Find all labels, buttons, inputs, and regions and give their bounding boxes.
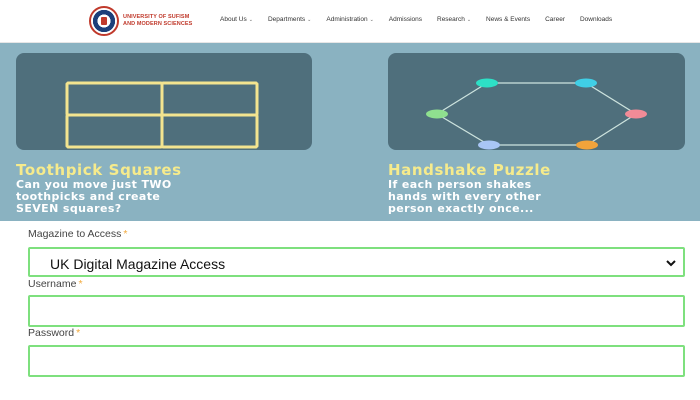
nav-item-label: Career xyxy=(545,16,565,23)
nav-item-about-us[interactable]: About Us ⌄ xyxy=(220,16,253,23)
magazine-label: Magazine to Access * xyxy=(28,228,127,240)
logo-line-1: UNIVERSITY OF SUFISM xyxy=(123,14,190,20)
nav-item-admissions[interactable]: Admissions xyxy=(389,16,422,23)
handshake-puzzle-card[interactable] xyxy=(388,53,685,150)
magazine-select[interactable]: UK Digital Magazine Access xyxy=(28,247,685,277)
nav-item-label: Administration xyxy=(326,16,368,23)
handshake-title: Handshake Puzzle xyxy=(388,161,551,179)
university-seal-icon xyxy=(89,6,119,36)
username-label-text: Username xyxy=(28,278,77,290)
handshake-puzzle-illustration xyxy=(426,78,647,150)
password-label: Password * xyxy=(28,327,80,339)
chevron-down-icon xyxy=(666,260,676,267)
required-mark: * xyxy=(76,327,81,339)
main-navigation: About Us ⌄ Departments ⌄ Administration ⌄ Admi… xyxy=(220,16,627,23)
required-mark: * xyxy=(78,278,83,290)
required-mark: * xyxy=(123,228,128,240)
logo-text: UNIVERSITY OF SUFISM AND MODERN SCIENCES xyxy=(123,14,192,28)
chevron-down-icon: ⌄ xyxy=(307,16,312,23)
chevron-down-icon: ⌄ xyxy=(369,16,374,23)
nav-item-career[interactable]: Career xyxy=(545,16,565,23)
username-input[interactable] xyxy=(28,295,685,327)
toothpick-squares-card[interactable] xyxy=(16,53,312,150)
password-label-text: Password xyxy=(28,327,75,339)
handshake-node xyxy=(625,109,647,119)
nav-item-label: Downloads xyxy=(579,16,613,23)
university-logo[interactable]: UNIVERSITY OF SUFISM AND MODERN SCIENCES xyxy=(89,6,192,36)
logo-line-2: AND MODERN SCIENCES xyxy=(123,21,193,27)
handshake-node xyxy=(476,78,498,88)
username-label: Username * xyxy=(28,278,83,290)
handshake-description: If each person shakes hands with every o… xyxy=(388,178,542,215)
nav-item-news-events[interactable]: News & Events xyxy=(486,16,530,23)
toothpick-squares-illustration xyxy=(65,81,259,149)
nav-item-research[interactable]: Research ⌄ xyxy=(437,16,471,23)
handshake-node xyxy=(576,140,598,150)
nav-item-label: Admissions xyxy=(388,16,422,23)
toothpick-description: Can you move just TWO toothpicks and cre… xyxy=(16,178,172,215)
nav-item-label: About Us xyxy=(220,16,247,23)
handshake-node xyxy=(426,109,448,119)
nav-item-departments[interactable]: Departments ⌄ xyxy=(268,16,311,23)
toothpick-title: Toothpick Squares xyxy=(16,161,182,179)
nav-item-label: Departments xyxy=(267,16,306,23)
nav-item-downloads[interactable]: Downloads xyxy=(580,16,612,23)
site-header: UNIVERSITY OF SUFISM AND MODERN SCIENCES… xyxy=(0,0,700,43)
chevron-down-icon: ⌄ xyxy=(248,16,253,23)
nav-item-administration[interactable]: Administration ⌄ xyxy=(326,16,373,23)
puzzle-banner: Toothpick Squares Can you move just TWO … xyxy=(0,43,700,221)
password-input[interactable] xyxy=(28,345,685,377)
handshake-node xyxy=(478,140,500,150)
handshake-node xyxy=(575,78,597,88)
chevron-down-icon: ⌄ xyxy=(466,16,472,23)
magazine-select-value: UK Digital Magazine Access xyxy=(50,256,226,272)
magazine-label-text: Magazine to Access xyxy=(28,228,122,240)
nav-item-label: News & Events xyxy=(486,16,531,23)
nav-item-label: Research xyxy=(437,16,465,23)
